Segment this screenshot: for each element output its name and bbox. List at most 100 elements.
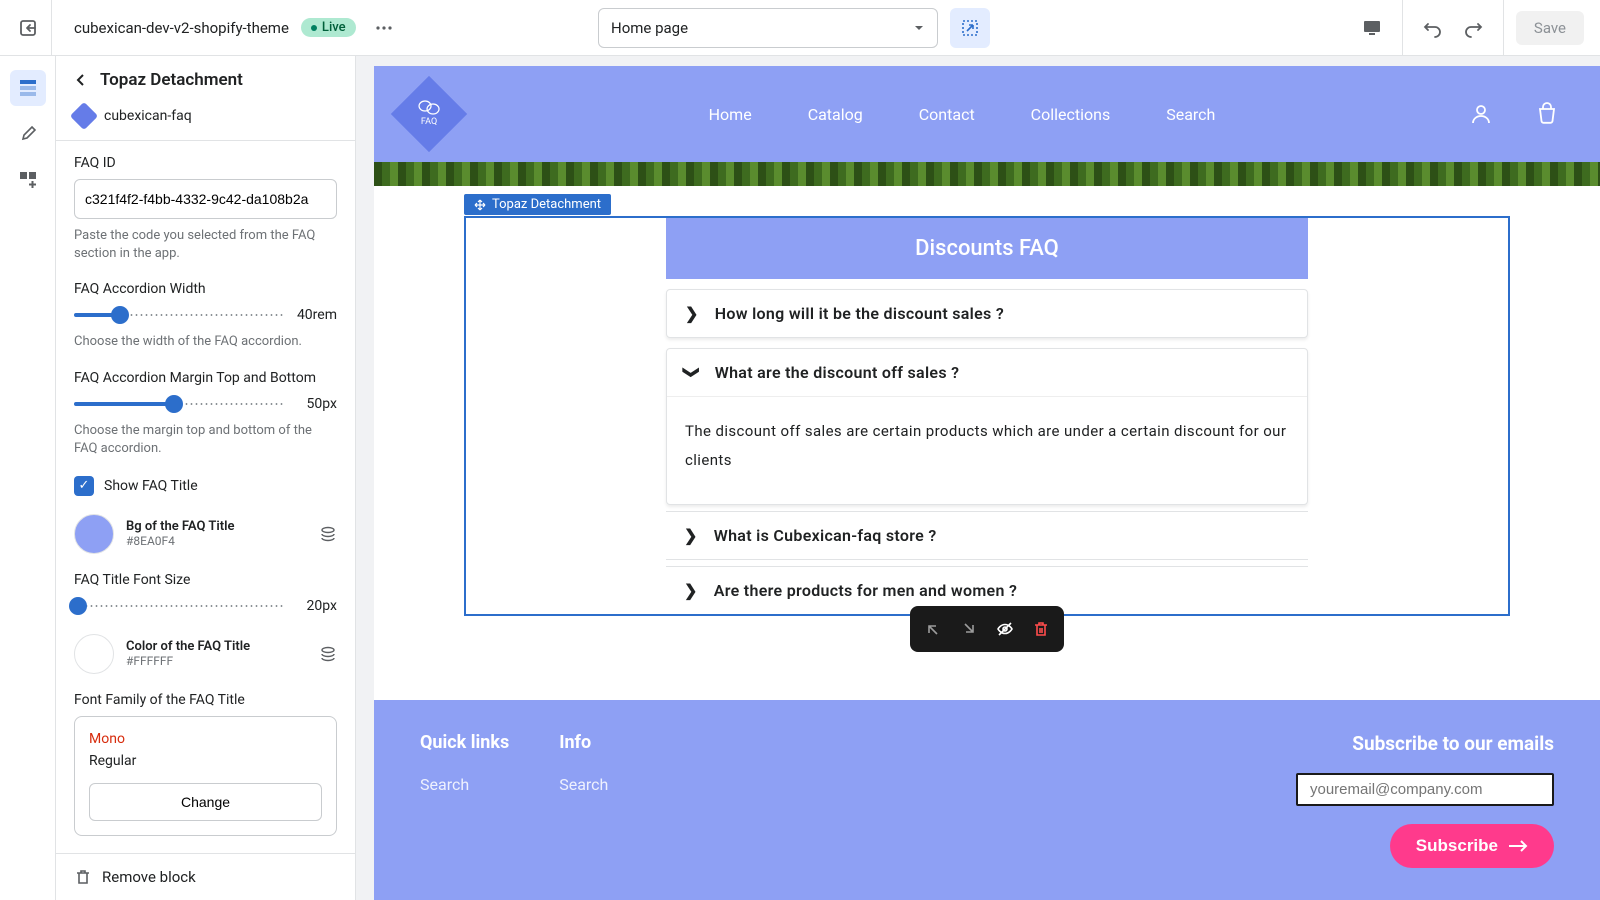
nav-collections[interactable]: Collections [1031,105,1111,124]
page-selector[interactable]: Home page [598,8,938,48]
redo-button[interactable] [1455,10,1491,46]
move-up-button[interactable] [916,612,950,646]
layers-icon [319,645,337,663]
nav-icons [1468,101,1560,127]
font-picker: Mono Regular Change [74,716,337,836]
undo-button[interactable] [1415,10,1451,46]
topbar-right: Save [1057,0,1596,56]
arrow-down-right-icon [960,620,978,638]
cart-icon[interactable] [1534,101,1560,127]
rail-theme-settings-button[interactable] [10,116,46,152]
checkbox-icon: ✓ [74,476,94,496]
nav-catalog[interactable]: Catalog [808,105,863,124]
nav-home[interactable]: Home [709,105,752,124]
topbar: cubexican-dev-v2-shopify-theme Live Home… [0,0,1600,56]
theme-name: cubexican-dev-v2-shopify-theme [74,19,289,37]
margin-help: Choose the margin top and bottom of the … [74,422,337,458]
selection-tag: Topaz Detachment [464,194,611,215]
nav-search[interactable]: Search [1166,105,1215,124]
selected-section[interactable]: Topaz Detachment Discounts FAQ ❯ How lon… [464,216,1510,616]
app-row[interactable]: cubexican-faq [56,100,355,141]
chevron-right-icon: ❯ [684,526,698,545]
chevron-right-icon: ❯ [685,304,699,323]
width-label: FAQ Accordion Width [74,281,337,297]
change-font-button[interactable]: Change [89,783,322,821]
site-nav: FAQ Home Catalog Contact Collections Sea… [374,66,1600,162]
crosshair-icon [960,18,980,38]
nav-links: Home Catalog Contact Collections Search [456,105,1468,124]
account-icon[interactable] [1468,101,1494,127]
email-input[interactable] [1296,773,1554,806]
font-weight-regular: Regular [89,753,322,769]
sections-icon [18,78,38,98]
faq-item-1[interactable]: ❯ How long will it be the discount sales… [666,289,1308,338]
sidebar-title: Topaz Detachment [100,70,243,90]
title-color-hex: #FFFFFF [126,654,307,668]
margin-slider[interactable]: 50px [74,394,337,414]
field-accordion-margin: FAQ Accordion Margin Top and Bottom 50px… [74,370,337,458]
rail-sections-button[interactable] [10,70,46,106]
logo-text: FAQ [418,118,440,128]
site-logo[interactable]: FAQ [391,76,467,152]
faq-id-input[interactable] [74,179,337,219]
save-button[interactable]: Save [1516,11,1584,45]
width-value: 40rem [293,307,337,323]
move-icon [474,199,486,211]
live-badge: Live [301,18,356,37]
move-down-button[interactable] [952,612,986,646]
sidebar-header: Topaz Detachment [56,56,355,100]
field-font-family: Font Family of the FAQ Title Mono Regula… [74,692,337,836]
remove-block-button[interactable]: Remove block [56,853,355,900]
width-slider[interactable]: 40rem [74,305,337,325]
page-selector-label: Home page [611,19,688,37]
show-title-checkbox-row[interactable]: ✓ Show FAQ Title [74,476,337,496]
bg-color-row[interactable]: Bg of the FAQ Title #8EA0F4 [74,514,337,554]
app-blocks-icon [18,170,38,190]
chevron-left-icon [74,73,88,87]
subscribe-button[interactable]: Subscribe [1390,824,1554,868]
topbar-left: cubexican-dev-v2-shopify-theme Live [4,0,531,56]
paintbrush-icon [18,124,38,144]
trash-icon [1032,620,1050,638]
canvas: FAQ Home Catalog Contact Collections Sea… [356,56,1600,900]
viewport-desktop-button[interactable] [1354,10,1390,46]
chevron-down-icon: ❯ [682,366,701,380]
faq-q2: What are the discount off sales ? [715,363,960,382]
rail-app-embeds-button[interactable] [10,162,46,198]
caret-down-icon [913,22,925,34]
title-color-row[interactable]: Color of the FAQ Title #FFFFFF [74,634,337,674]
title-font-size-slider[interactable]: 20px [74,596,337,616]
undo-icon [1423,18,1443,38]
faq-item-3[interactable]: ❯ What is Cubexican-faq store ? [666,511,1308,560]
arrow-right-icon [1508,839,1528,853]
delete-button[interactable] [1024,612,1058,646]
font-name-mono: Mono [89,731,322,747]
chevron-right-icon: ❯ [684,581,698,600]
field-title-font-size: FAQ Title Font Size 20px [74,572,337,616]
icon-rail [0,56,56,900]
trash-icon [74,868,92,886]
faq-item-2[interactable]: ❯ What are the discount off sales ? The … [666,348,1308,505]
selection-box: Discounts FAQ ❯ How long will it be the … [464,216,1510,616]
title-color-swatch [74,634,114,674]
footer-link-search-2[interactable]: Search [559,775,608,794]
selection-label: Topaz Detachment [492,197,601,212]
show-title-label: Show FAQ Title [104,478,198,494]
back-button[interactable] [74,73,88,87]
topbar-center: Home page [531,8,1058,48]
more-actions-button[interactable] [368,12,400,44]
app-name: cubexican-faq [104,108,192,124]
footer-quick-links: Quick links Search [420,732,509,868]
nav-contact[interactable]: Contact [919,105,975,124]
footer-link-search-1[interactable]: Search [420,775,469,794]
faq-q3: What is Cubexican-faq store ? [714,526,937,545]
hide-button[interactable] [988,612,1022,646]
exit-icon [18,18,38,38]
app-icon [70,102,98,130]
subscribe-label: Subscribe [1416,836,1498,856]
inspector-toggle[interactable] [950,8,990,48]
exit-button[interactable] [4,0,52,56]
footer-subscribe-title: Subscribe to our emails [1352,732,1554,755]
divider [1503,0,1504,56]
field-faq-id: FAQ ID Paste the code you selected from … [74,155,337,263]
